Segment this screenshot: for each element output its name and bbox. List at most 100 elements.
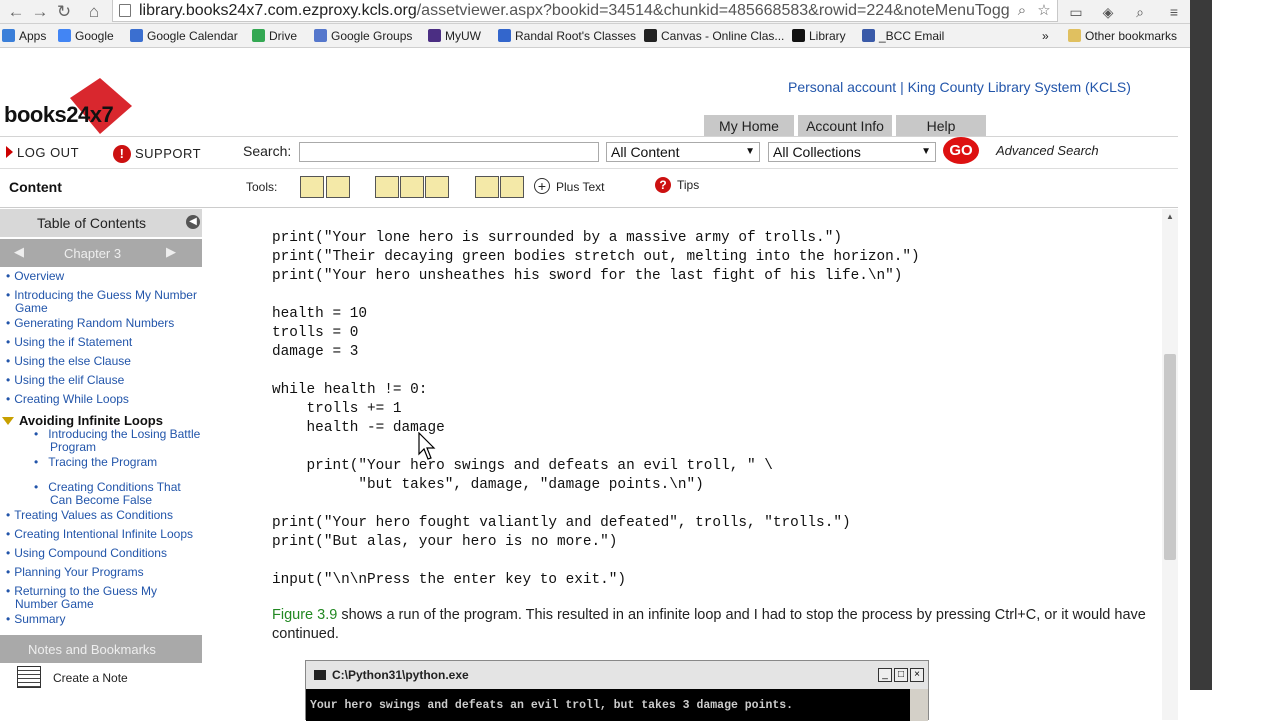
zoom-icon[interactable]: ⌕ [1013, 1, 1031, 21]
bookmark-apps[interactable]: Apps [2, 27, 46, 45]
google-icon [58, 29, 71, 42]
toc-item[interactable]: • Generating Random Numbers [6, 317, 206, 330]
mail-icon[interactable] [475, 176, 499, 198]
code-line: while health != 0: [272, 382, 428, 398]
go-button[interactable]: GO [943, 137, 979, 164]
bookmark-google[interactable]: Google [58, 27, 114, 45]
code-line: print("Their decaying green bodies stret… [272, 249, 920, 265]
toc-item[interactable]: • Overview [6, 270, 206, 283]
toc-item[interactable]: • Summary [6, 613, 206, 626]
bookmark-google-groups[interactable]: Google Groups [314, 27, 412, 45]
forward-icon[interactable]: → [30, 2, 50, 22]
logout-button[interactable]: LOG OUT [6, 145, 79, 160]
home-icon[interactable]: ⌂ [84, 2, 104, 22]
myuw-icon [428, 29, 441, 42]
notes-header: Notes and Bookmarks [0, 635, 202, 663]
list-icon[interactable] [400, 176, 424, 198]
url-host: library.books24x7.com.ezproxy.kcls.org [139, 2, 417, 19]
page-icon [119, 4, 131, 17]
drive-icon [252, 29, 265, 42]
search-input[interactable] [299, 142, 599, 162]
flash-icon[interactable] [375, 176, 399, 198]
dropdown-arrow-icon: ▼ [745, 146, 755, 157]
toc-header: Table of Contents ◀ [0, 209, 202, 237]
scroll-up-icon[interactable]: ▲ [1166, 212, 1174, 221]
code-line: damage = 3 [272, 344, 359, 360]
logout-arrow-icon [6, 146, 13, 158]
code-line: input("\n\nPress the enter key to exit."… [272, 572, 627, 588]
forward-tool-icon[interactable] [500, 176, 524, 198]
copy-icon[interactable] [300, 176, 324, 198]
magnifier-extension-icon[interactable]: ⌕ [1130, 2, 1150, 22]
url-path: /assetviewer.aspx?bookid=34514&chunkid=4… [416, 2, 1010, 19]
toc-subitem[interactable]: • Creating Conditions That Can Become Fal… [34, 481, 204, 507]
reload-icon[interactable]: ↻ [54, 2, 74, 22]
menu-icon[interactable]: ≡ [1164, 2, 1184, 22]
tools-label: Tools: [246, 180, 278, 194]
scrollbar-thumb[interactable] [1164, 354, 1176, 560]
toc-item[interactable]: • Treating Values as Conditions [6, 509, 206, 522]
browser-toolbar: ← → ↻ ⌂ library.books24x7.com.ezproxy.kc… [0, 0, 1190, 24]
other-bookmarks[interactable]: Other bookmarks [1068, 27, 1177, 45]
figure-link[interactable]: Figure 3.9 [272, 607, 337, 623]
code-line: print("Your hero fought valiantly and de… [272, 515, 851, 531]
toc-item[interactable]: • Using the elif Clause [6, 374, 206, 387]
toc-subitem[interactable]: • Introducing the Losing Battle Program [34, 428, 204, 454]
tab-account-info[interactable]: Account Info [798, 115, 892, 137]
toc-item[interactable]: • Creating Intentional Infinite Loops [6, 528, 206, 541]
prev-chapter-icon[interactable]: ◀ [14, 244, 24, 260]
bookmark-canvas[interactable]: Canvas - Online Clas... [644, 27, 784, 45]
advanced-search-link[interactable]: Advanced Search [996, 143, 1099, 158]
groups-icon [314, 29, 327, 42]
export-icon[interactable] [326, 176, 350, 198]
toc-item[interactable]: • Returning to the Guess My Number Game [6, 585, 186, 611]
console-screenshot: C:\Python31\python.exe _ □ × Your hero s… [305, 660, 929, 721]
content-scrollbar[interactable]: ▲ [1162, 209, 1178, 720]
star-icon[interactable]: ☆ [1035, 1, 1053, 21]
collapse-icon[interactable]: ◀ [186, 215, 200, 229]
collections-select[interactable]: All Collections ▼ [768, 142, 936, 162]
tab-my-home[interactable]: My Home [704, 115, 794, 137]
create-note-button[interactable]: Create a Note [17, 666, 128, 688]
toc-item[interactable]: • Using the if Statement [6, 336, 206, 349]
book-icon[interactable] [425, 176, 449, 198]
bookmark-google-calendar[interactable]: Google Calendar [130, 27, 238, 45]
address-bar[interactable]: library.books24x7.com.ezproxy.kcls.org/a… [112, 0, 1058, 22]
chapter-title: Chapter 3 [64, 246, 122, 261]
logo-text: books24x7 [4, 102, 114, 127]
bookmark-myuw[interactable]: MyUW [428, 27, 481, 45]
bookmark-library[interactable]: Library [792, 27, 846, 45]
cast-icon[interactable]: ▭ [1066, 2, 1086, 22]
support-button[interactable]: ! SUPPORT [113, 145, 201, 163]
toc-item[interactable]: • Introducing the Guess My Number Game [6, 289, 206, 315]
bookmark-drive[interactable]: Drive [252, 27, 297, 45]
bookmarks-bar: Apps Google Google Calendar Drive Google… [0, 24, 1190, 48]
bookmark-bcc-email[interactable]: _BCC Email [862, 27, 944, 45]
mouse-cursor-icon [418, 432, 436, 460]
toc-active-section[interactable]: Avoiding Infinite Loops [2, 413, 163, 428]
code-line: print("Your hero unsheathes his sword fo… [272, 268, 903, 284]
plus-icon: + [534, 178, 550, 194]
tips-button[interactable]: ? Tips [655, 177, 699, 193]
search-label: Search: [243, 143, 292, 159]
tab-help[interactable]: Help [896, 115, 986, 137]
toc-subitem[interactable]: • Tracing the Program [34, 456, 204, 469]
toc-item[interactable]: • Planning Your Programs [6, 566, 206, 579]
bookmarks-overflow-button[interactable]: » [1042, 27, 1049, 45]
next-chapter-icon[interactable]: ▶ [166, 244, 176, 260]
chapter-nav: ◀ Chapter 3 ▶ [0, 239, 202, 267]
account-links[interactable]: Personal account | King County Library S… [788, 79, 1131, 95]
books24x7-logo[interactable]: books24x7 [4, 76, 134, 136]
code-line: health = 10 [272, 306, 367, 322]
content-select[interactable]: All Content ▼ [606, 142, 760, 162]
extension-icon[interactable]: ◈ [1098, 2, 1118, 22]
code-listing: print("Your lone hero is surrounded by a… [272, 229, 920, 590]
plus-text-button[interactable]: + Plus Text [534, 178, 604, 194]
back-icon[interactable]: ← [6, 2, 26, 22]
bookmark-randal-root[interactable]: Randal Root's Classes [498, 27, 636, 45]
toc-item[interactable]: • Using Compound Conditions [6, 547, 206, 560]
toc-item[interactable]: • Using the else Clause [6, 355, 206, 368]
email-icon [862, 29, 875, 42]
toc-item[interactable]: • Creating While Loops [6, 393, 206, 406]
